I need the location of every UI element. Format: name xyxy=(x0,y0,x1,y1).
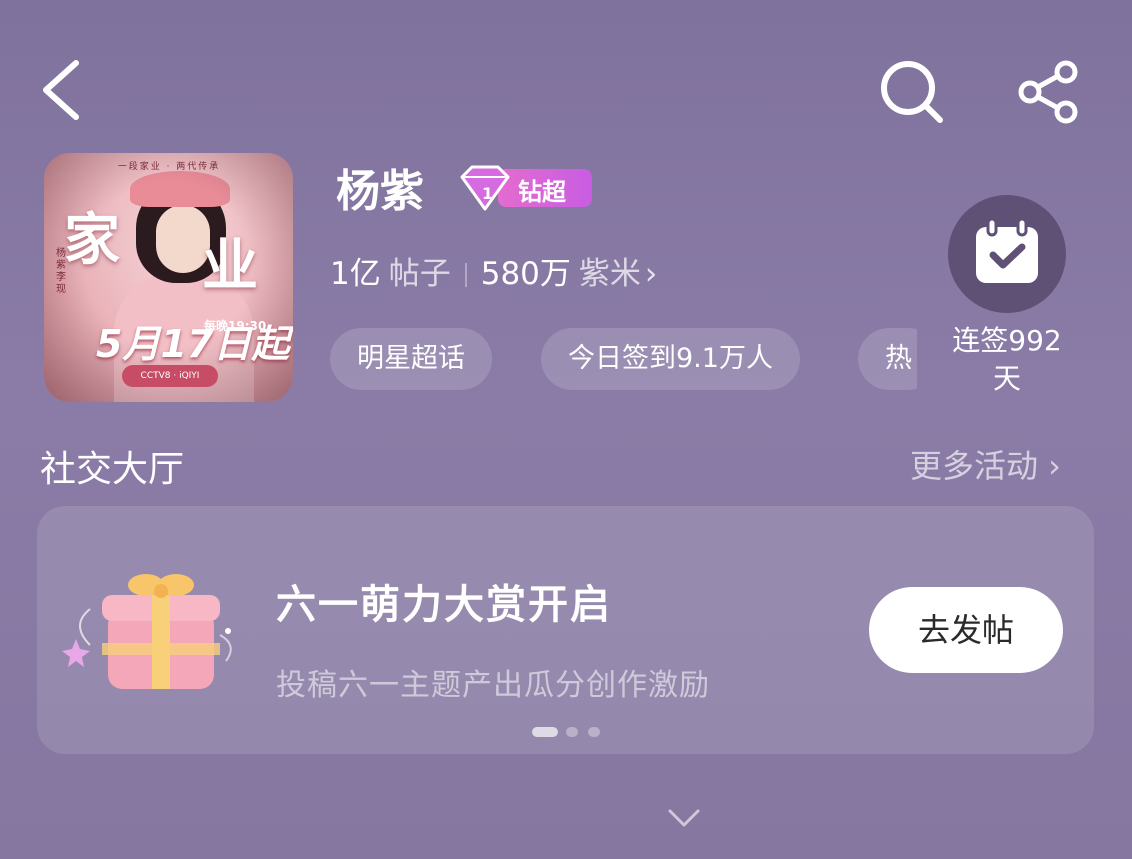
more-activities-link[interactable]: 更多活动 › xyxy=(910,441,1061,487)
badge-level: 1 xyxy=(482,184,493,203)
share-button[interactable] xyxy=(1012,56,1084,128)
gift-box-icon xyxy=(62,574,232,689)
signin-button[interactable] xyxy=(948,195,1066,313)
banner-title: 六一萌力大赏开启 xyxy=(276,582,612,628)
poster-cast: 杨紫 李现 xyxy=(56,248,66,295)
tag-star-super-topic[interactable]: 明星超话 xyxy=(330,328,492,390)
poster-title-char-2: 业 xyxy=(202,233,258,299)
carousel-dot-1[interactable] xyxy=(532,727,558,737)
banner-subtitle: 投稿六一主题产出瓜分创作激励 xyxy=(276,668,710,703)
fans-count: 580万 xyxy=(480,256,571,292)
carousel-dot-3[interactable] xyxy=(588,727,600,737)
poster-title-char-1: 家 xyxy=(64,207,120,273)
chevron-left-icon xyxy=(43,60,79,120)
tag-list: 明星超话 今日签到9.1万人 热 xyxy=(330,328,917,390)
signin-streak: 连签992 天 xyxy=(938,322,1076,398)
expand-button[interactable] xyxy=(664,803,704,833)
search-icon xyxy=(881,61,943,123)
diamond-icon: 1 xyxy=(460,165,510,211)
drama-poster[interactable]: 一段家业 · 两代传承 家 业 杨紫 李现 5月17日起 每晚19:30 CCT… xyxy=(44,153,293,402)
calendar-check-icon xyxy=(976,217,1038,283)
star-name: 杨紫 xyxy=(336,166,424,217)
poster-time: 每晚19:30 xyxy=(204,319,267,333)
tag-checkin-count[interactable]: 今日签到9.1万人 xyxy=(541,328,800,390)
posts-unit: 帖子 xyxy=(388,256,451,292)
stats-row[interactable]: 1亿 帖子 580万 紫米 › xyxy=(330,248,657,293)
fans-unit: 紫米 xyxy=(578,256,641,292)
back-button[interactable] xyxy=(38,55,88,125)
stats-divider xyxy=(464,263,467,287)
share-icon xyxy=(1018,60,1078,124)
go-post-button[interactable]: 去发帖 xyxy=(869,587,1063,673)
chevron-down-icon xyxy=(668,809,700,827)
social-hall-title: 社交大厅 xyxy=(40,449,185,490)
posts-count: 1亿 xyxy=(330,256,381,292)
diamond-super-badge[interactable]: 钻超 1 xyxy=(458,165,594,211)
tag-hot[interactable]: 热 xyxy=(858,328,917,390)
chevron-right-icon: › xyxy=(644,256,658,292)
search-button[interactable] xyxy=(878,58,948,128)
signin-streak-line2: 天 xyxy=(992,362,1021,395)
signin-streak-line1: 连签992 xyxy=(952,324,1062,357)
badge-label: 钻超 xyxy=(518,178,566,206)
poster-headline: 一段家业 · 两代传承 xyxy=(117,162,221,172)
poster-channel-logos: CCTV8 · iQIYI xyxy=(122,365,218,387)
carousel-dot-2[interactable] xyxy=(566,727,578,737)
